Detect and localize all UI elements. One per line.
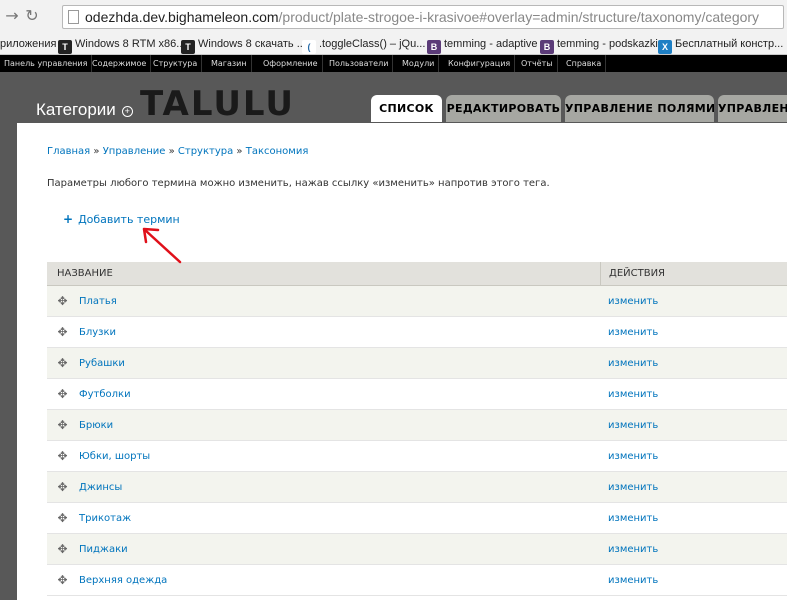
edit-link[interactable]: изменить	[608, 534, 658, 565]
drag-handle-icon[interactable]: ✥	[56, 357, 69, 370]
admin-toolbar: Панель управления Содержимое Структура М…	[0, 55, 787, 72]
edit-link[interactable]: изменить	[608, 472, 658, 503]
term-link[interactable]: Верхняя одежда	[79, 565, 167, 596]
bookmark-constructor[interactable]: X Бесплатный констр...	[658, 36, 783, 54]
drag-handle-icon[interactable]: ✥	[56, 450, 69, 463]
drag-handle-icon[interactable]: ✥	[56, 295, 69, 308]
bookmarks-bar: риложения T Windows 8 RTM x86... T Windows…	[0, 33, 787, 55]
breadcrumb-home[interactable]: Главная	[47, 146, 90, 157]
tab-edit[interactable]: РЕДАКТИРОВАТЬ	[446, 95, 561, 122]
term-link[interactable]: Джинсы	[79, 472, 122, 503]
edit-link[interactable]: изменить	[608, 379, 658, 410]
breadcrumb-structure[interactable]: Структура	[178, 146, 233, 157]
toolbar-help[interactable]: Справка	[562, 55, 607, 72]
edit-link[interactable]: изменить	[608, 441, 658, 472]
toolbar-dashboard[interactable]: Панель управления	[0, 55, 93, 72]
bookmark-windows8-rtm[interactable]: T Windows 8 RTM x86...	[58, 36, 185, 54]
toolbar-appearance[interactable]: Оформление	[259, 55, 323, 72]
browser-chrome: → ↻ odezhda.dev.bighameleon.com/product/…	[0, 0, 787, 33]
plus-icon: +	[63, 212, 74, 226]
toolbar-config[interactable]: Конфигурация	[444, 55, 516, 72]
tab-manage-display[interactable]: УПРАВЛЕН	[718, 95, 787, 122]
breadcrumb: Главная » Управление » Структура » Таксо…	[47, 146, 309, 157]
term-link[interactable]: Трикотаж	[79, 503, 131, 534]
annotation-arrow-icon	[142, 227, 182, 264]
forward-icon[interactable]: →	[2, 6, 22, 26]
page-title: Категории	[36, 100, 116, 119]
drag-handle-icon[interactable]: ✥	[56, 574, 69, 587]
toolbar-structure[interactable]: Структура	[149, 55, 203, 72]
terms-table: НАЗВАНИЕ ДЕЙСТВИЯ ✥ Платья изменить ✥ Блузк…	[47, 262, 787, 596]
breadcrumb-taxonomy[interactable]: Таксономия	[246, 146, 309, 157]
edit-link[interactable]: изменить	[608, 410, 658, 441]
bookmark-favicon: B	[427, 40, 441, 54]
edit-link[interactable]: изменить	[608, 503, 658, 534]
bookmark-favicon: X	[658, 40, 672, 54]
table-row: ✥ Футболки изменить	[47, 379, 787, 410]
bookmark-temming-adaptive[interactable]: Btemming - adaptive	[427, 36, 538, 54]
drag-handle-icon[interactable]: ✥	[56, 388, 69, 401]
bookmark-apps[interactable]: риложения	[0, 36, 56, 52]
reload-icon[interactable]: ↻	[22, 6, 42, 26]
address-bar[interactable]: odezhda.dev.bighameleon.com/product/plat…	[62, 5, 784, 29]
table-row: ✥ Джинсы изменить	[47, 472, 787, 503]
term-link[interactable]: Платья	[79, 286, 117, 317]
term-link[interactable]: Блузки	[79, 317, 116, 348]
table-row: ✥ Платья изменить	[47, 286, 787, 317]
drag-handle-icon[interactable]: ✥	[56, 481, 69, 494]
site-logo-watermark: TALULU	[140, 84, 295, 124]
term-link[interactable]: Юбки, шорты	[79, 441, 150, 472]
bookmark-windows8-download[interactable]: T Windows 8 скачать ...	[181, 36, 306, 54]
drag-handle-icon[interactable]: ✥	[56, 543, 69, 556]
term-link[interactable]: Футболки	[79, 379, 131, 410]
toolbar-content[interactable]: Содержимое	[88, 55, 152, 72]
term-link[interactable]: Рубашки	[79, 348, 125, 379]
breadcrumb-admin[interactable]: Управление	[103, 146, 166, 157]
overlay-title: Категории +	[36, 100, 133, 120]
bookmark-favicon: T	[58, 40, 72, 54]
toolbar-store[interactable]: Магазин	[207, 55, 252, 72]
column-header-name: НАЗВАНИЕ	[57, 268, 113, 279]
table-row: ✥ Блузки изменить	[47, 317, 787, 348]
edit-link[interactable]: изменить	[608, 286, 658, 317]
bookmark-favicon: B	[540, 40, 554, 54]
table-row: ✥ Верхняя одежда изменить	[47, 565, 787, 596]
term-link[interactable]: Брюки	[79, 410, 113, 441]
tab-manage-fields[interactable]: УПРАВЛЕНИЕ ПОЛЯМИ	[565, 95, 714, 122]
shortcut-add-icon[interactable]: +	[121, 106, 133, 117]
drag-handle-icon[interactable]: ✥	[56, 419, 69, 432]
term-link[interactable]: Пиджаки	[79, 534, 128, 565]
tab-list[interactable]: СПИСОК	[371, 95, 442, 122]
table-row: ✥ Трикотаж изменить	[47, 503, 787, 534]
toolbar-reports[interactable]: Отчёты	[517, 55, 558, 72]
toolbar-modules[interactable]: Модули	[398, 55, 440, 72]
bookmark-temming-podskazki[interactable]: Btemming - podskazki	[540, 36, 658, 54]
toolbar-people[interactable]: Пользователи	[325, 55, 394, 72]
table-row: ✥ Юбки, шорты изменить	[47, 441, 787, 472]
edit-link[interactable]: изменить	[608, 317, 658, 348]
column-header-actions: ДЕЙСТВИЯ	[600, 262, 665, 286]
bookmark-toggleclass[interactable]: (.toggleClass() – jQu...	[302, 36, 425, 54]
table-row: ✥ Брюки изменить	[47, 410, 787, 441]
bookmark-favicon: T	[181, 40, 195, 54]
content-panel: Главная » Управление » Структура » Таксо…	[17, 123, 787, 600]
edit-link[interactable]: изменить	[608, 348, 658, 379]
url-path: /product/plate-strogoe-i-krasivoe#overla…	[278, 9, 760, 25]
bookmark-favicon: (	[302, 40, 316, 54]
drag-handle-icon[interactable]: ✥	[56, 512, 69, 525]
page-icon	[68, 10, 79, 24]
url-host: odezhda.dev.bighameleon.com	[85, 9, 279, 25]
drag-handle-icon[interactable]: ✥	[56, 326, 69, 339]
table-row: ✥ Пиджаки изменить	[47, 534, 787, 565]
edit-link[interactable]: изменить	[608, 565, 658, 596]
table-row: ✥ Рубашки изменить	[47, 348, 787, 379]
help-text: Параметры любого термина можно изменить,…	[47, 178, 550, 189]
